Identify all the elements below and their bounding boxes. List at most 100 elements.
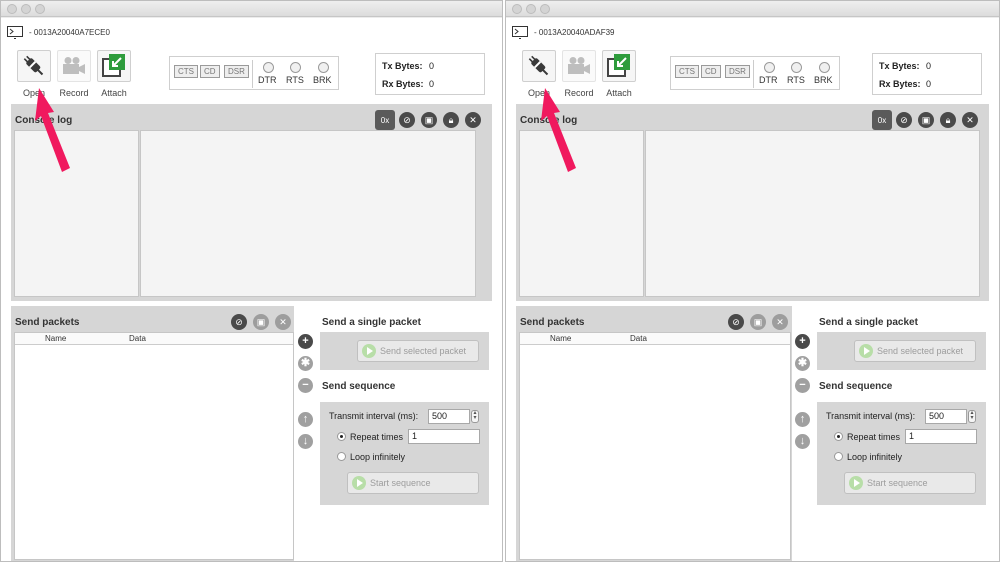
console-ascii-view[interactable]: [645, 130, 980, 297]
line-status-group: CTS CD DSR DTR RTS BRK: [169, 56, 339, 90]
brk-label: BRK: [814, 75, 833, 85]
edit-packet-gear-icon[interactable]: ✱: [795, 356, 810, 371]
save-packets-icon[interactable]: ▣: [750, 314, 766, 330]
send-packets-panel: Send packets ⊘ ▣ ✕ Name Data: [11, 306, 294, 561]
play-icon: [849, 476, 863, 490]
clear-packets-icon[interactable]: ⊘: [231, 314, 247, 330]
tx-bytes-label: Tx Bytes:: [382, 61, 423, 71]
minimize-window-button[interactable]: [526, 4, 536, 14]
rx-bytes-value: 0: [429, 79, 435, 89]
remove-packet-icon[interactable]: −: [298, 378, 313, 393]
loop-infinitely-radio[interactable]: [834, 452, 843, 461]
clear-packets-icon[interactable]: ⊘: [728, 314, 744, 330]
move-down-icon[interactable]: ↓: [298, 434, 313, 449]
console-log-panel: Console log 0x ⊘ ▣ 🔒︎ ✕: [11, 104, 492, 301]
lock-icon[interactable]: 🔒︎: [443, 112, 459, 128]
attach-label: Attach: [101, 88, 127, 98]
send-selected-packet-button[interactable]: Send selected packet: [854, 340, 976, 362]
column-data-header[interactable]: Data: [630, 334, 647, 343]
move-up-icon[interactable]: ↑: [298, 412, 313, 427]
brk-toggle[interactable]: [819, 62, 830, 73]
byte-counters: Tx Bytes: 0 Rx Bytes: 0: [872, 53, 982, 95]
console-hex-view[interactable]: [14, 130, 139, 297]
record-button[interactable]: [57, 50, 91, 82]
repeat-times-input[interactable]: 1: [905, 429, 977, 444]
save-packets-icon[interactable]: ▣: [253, 314, 269, 330]
window-titlebar[interactable]: [506, 1, 999, 17]
rts-toggle[interactable]: [791, 62, 802, 73]
attach-icon: [102, 54, 125, 77]
send-sequence-panel: Transmit interval (ms): 500 ▴ ▾ Repeat ti…: [320, 402, 489, 505]
open-connection-button[interactable]: [17, 50, 51, 82]
packets-table[interactable]: Name Data: [519, 332, 791, 560]
column-name-header[interactable]: Name: [550, 334, 571, 343]
video-camera-icon: [63, 57, 85, 74]
save-icon[interactable]: ▣: [421, 112, 437, 128]
attach-icon: [607, 54, 630, 77]
send-selected-label: Send selected packet: [877, 346, 964, 356]
clear-log-icon[interactable]: ⊘: [399, 112, 415, 128]
dtr-toggle[interactable]: [263, 62, 274, 73]
repeat-times-radio[interactable]: [337, 432, 346, 441]
send-selected-packet-button[interactable]: Send selected packet: [357, 340, 479, 362]
move-down-icon[interactable]: ↓: [795, 434, 810, 449]
hex-toggle-button[interactable]: 0x: [872, 110, 892, 130]
brk-toggle[interactable]: [318, 62, 329, 73]
zoom-window-button[interactable]: [35, 4, 45, 14]
close-window-button[interactable]: [7, 4, 17, 14]
repeat-times-input[interactable]: 1: [408, 429, 480, 444]
move-up-icon[interactable]: ↑: [795, 412, 810, 427]
interval-stepper[interactable]: ▴ ▾: [471, 410, 479, 423]
column-name-header[interactable]: Name: [45, 334, 66, 343]
divider: [753, 60, 754, 88]
attach-button[interactable]: [97, 50, 131, 82]
window-titlebar[interactable]: [1, 1, 502, 17]
interval-stepper[interactable]: ▴ ▾: [968, 410, 976, 423]
clear-log-icon[interactable]: ⊘: [896, 112, 912, 128]
remove-packets-icon[interactable]: ✕: [772, 314, 788, 330]
open-connection-button[interactable]: [522, 50, 556, 82]
lock-icon[interactable]: 🔒︎: [940, 112, 956, 128]
dtr-label: DTR: [258, 75, 277, 85]
console-hex-view[interactable]: [519, 130, 644, 297]
play-icon: [352, 476, 366, 490]
toolbar: Open Record Attach CTS CD DSR DTR RTS BR…: [13, 48, 490, 100]
console-ascii-view[interactable]: [140, 130, 476, 297]
start-sequence-label: Start sequence: [867, 478, 928, 488]
start-sequence-button[interactable]: Start sequence: [844, 472, 976, 494]
remove-packet-icon[interactable]: −: [795, 378, 810, 393]
save-icon[interactable]: ▣: [918, 112, 934, 128]
cts-indicator: CTS: [174, 65, 198, 78]
remove-packets-icon[interactable]: ✕: [275, 314, 291, 330]
attach-button[interactable]: [602, 50, 636, 82]
column-data-header[interactable]: Data: [129, 334, 146, 343]
terminal-icon: [512, 25, 528, 39]
start-sequence-button[interactable]: Start sequence: [347, 472, 479, 494]
rts-toggle[interactable]: [290, 62, 301, 73]
packets-table[interactable]: Name Data: [14, 332, 294, 560]
interval-input[interactable]: 500: [925, 409, 967, 424]
edit-packet-gear-icon[interactable]: ✱: [298, 356, 313, 371]
toolbar: Open Record Attach CTS CD DSR DTR RTS BR…: [518, 48, 987, 100]
dtr-toggle[interactable]: [764, 62, 775, 73]
window-content: - 0013A20040ADAF39 Open Record Attach CT…: [506, 18, 999, 561]
repeat-times-radio[interactable]: [834, 432, 843, 441]
plug-icon: [528, 55, 549, 76]
close-icon[interactable]: ✕: [962, 112, 978, 128]
record-button[interactable]: [562, 50, 596, 82]
close-window-button[interactable]: [512, 4, 522, 14]
zoom-window-button[interactable]: [540, 4, 550, 14]
minimize-window-button[interactable]: [21, 4, 31, 14]
close-icon[interactable]: ✕: [465, 112, 481, 128]
serial-console-window-left: - 0013A20040A7ECE0 Open Record Attach CT…: [0, 0, 503, 562]
interval-input[interactable]: 500: [428, 409, 470, 424]
single-packet-panel: Send selected packet: [320, 332, 489, 370]
tx-bytes-value: 0: [429, 61, 435, 71]
loop-infinitely-radio[interactable]: [337, 452, 346, 461]
hex-toggle-button[interactable]: 0x: [375, 110, 395, 130]
add-packet-icon[interactable]: +: [795, 334, 810, 349]
tx-bytes-label: Tx Bytes:: [879, 61, 920, 71]
add-packet-icon[interactable]: +: [298, 334, 313, 349]
rts-label: RTS: [787, 75, 805, 85]
start-sequence-label: Start sequence: [370, 478, 431, 488]
